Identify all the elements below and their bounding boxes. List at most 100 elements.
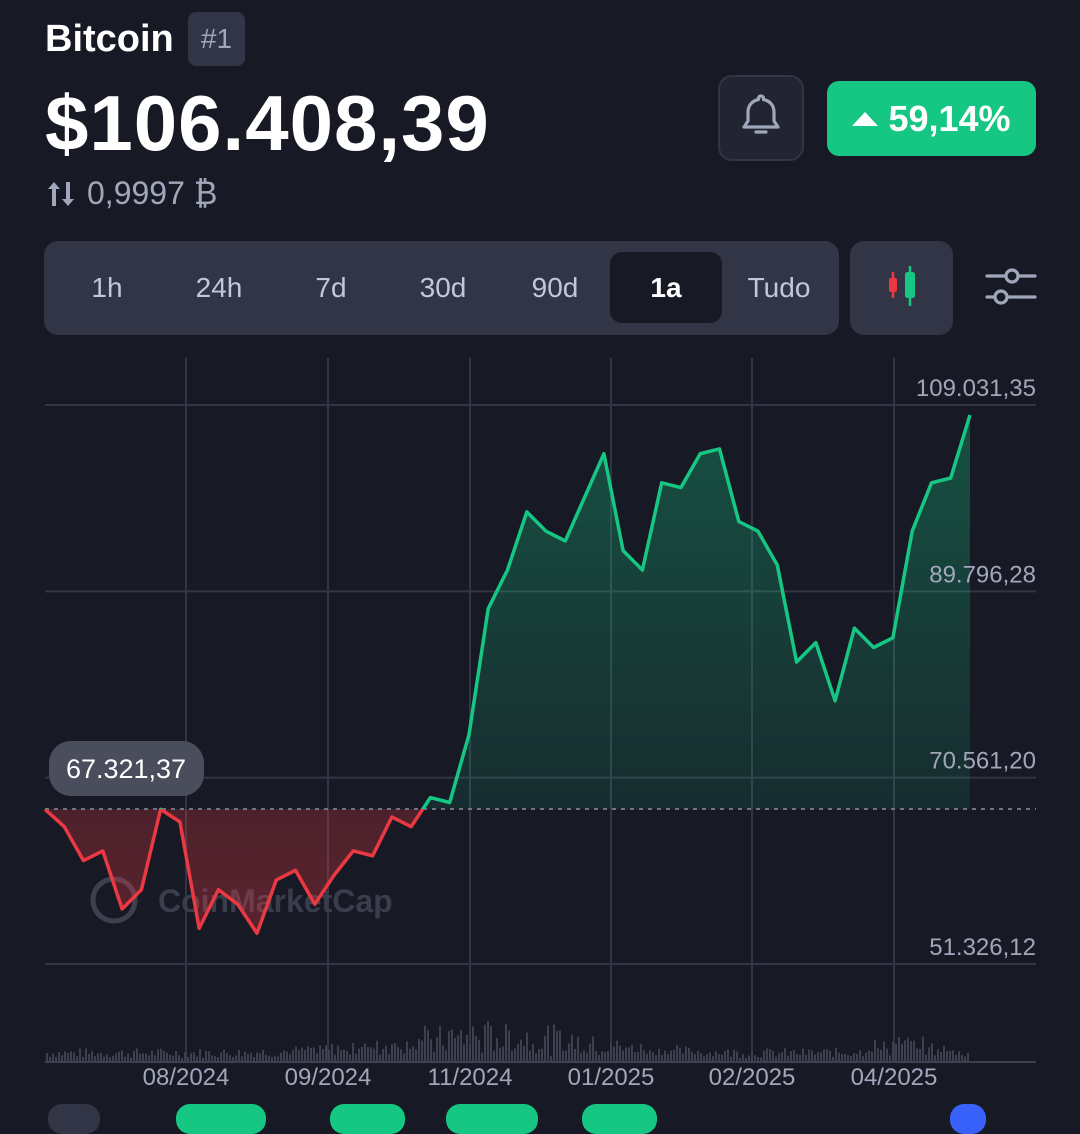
volume-bar xyxy=(253,1057,255,1061)
bottom-action-hint[interactable] xyxy=(950,1104,986,1134)
volume-bar xyxy=(406,1041,408,1061)
bottom-action-hint[interactable] xyxy=(582,1104,657,1134)
volume-bar xyxy=(439,1025,441,1061)
volume-bar xyxy=(667,1053,669,1061)
volume-bar xyxy=(625,1047,627,1061)
volume-bar xyxy=(880,1049,882,1061)
volume-bar xyxy=(154,1055,156,1061)
volume-bar xyxy=(757,1056,759,1061)
volume-bar xyxy=(805,1054,807,1061)
volume-bar xyxy=(724,1051,726,1061)
volume-bar xyxy=(649,1049,651,1061)
volume-bar xyxy=(688,1048,690,1061)
volume-bar xyxy=(646,1053,648,1061)
volume-bar xyxy=(130,1057,132,1061)
tab-1h[interactable]: 1h xyxy=(52,252,162,323)
volume-bar xyxy=(463,1044,465,1061)
volume-bar xyxy=(115,1053,117,1061)
volume-bar xyxy=(715,1051,717,1061)
bottom-action-hint[interactable] xyxy=(330,1104,405,1134)
volume-bar xyxy=(796,1054,798,1061)
tab-30d[interactable]: 30d xyxy=(388,252,498,323)
volume-bar xyxy=(427,1030,429,1061)
x-tick-label: 04/2025 xyxy=(851,1064,938,1091)
tab-24h[interactable]: 24h xyxy=(164,252,274,323)
volume-bar xyxy=(475,1036,477,1061)
volume-bar xyxy=(910,1040,912,1061)
volume-bar xyxy=(610,1043,612,1061)
volume-bar xyxy=(529,1050,531,1061)
volume-bar xyxy=(943,1045,945,1061)
bottom-action-hint[interactable] xyxy=(176,1104,266,1134)
volume-bar xyxy=(613,1046,615,1061)
volume-bar xyxy=(184,1052,186,1061)
price-alert-button[interactable] xyxy=(718,75,804,161)
volume-bar xyxy=(700,1053,702,1061)
tab-7d[interactable]: 7d xyxy=(276,252,386,323)
volume-bar xyxy=(820,1052,822,1061)
tab-90d[interactable]: 90d xyxy=(500,252,610,323)
volume-bar xyxy=(643,1050,645,1061)
volume-bar xyxy=(883,1041,885,1061)
volume-bar xyxy=(388,1054,390,1061)
bottom-action-hint[interactable] xyxy=(446,1104,538,1134)
volume-bar xyxy=(94,1056,96,1061)
volume-bar xyxy=(550,1056,552,1061)
volume-bar xyxy=(961,1054,963,1061)
volume-bar xyxy=(601,1051,603,1061)
volume-bar xyxy=(205,1050,207,1061)
volume-bar xyxy=(868,1050,870,1061)
volume-bar xyxy=(448,1030,450,1061)
price-change-badge: 59,14% xyxy=(827,81,1036,156)
volume-bar xyxy=(487,1020,489,1061)
volume-bar xyxy=(793,1049,795,1061)
price-area-up xyxy=(422,415,970,810)
volume-bar xyxy=(64,1051,66,1061)
volume-bar xyxy=(211,1055,213,1061)
volume-bar xyxy=(316,1053,318,1061)
volume-bar xyxy=(490,1025,492,1061)
volume-bar xyxy=(727,1049,729,1061)
volume-bar xyxy=(331,1044,333,1061)
volume-bar xyxy=(697,1050,699,1061)
volume-bar xyxy=(118,1051,120,1061)
volume-bar xyxy=(922,1036,924,1061)
volume-bar xyxy=(709,1052,711,1061)
bottom-nav-hint[interactable] xyxy=(48,1104,100,1134)
volume-bar xyxy=(571,1034,573,1061)
volume-bar xyxy=(703,1056,705,1061)
volume-bar xyxy=(187,1056,189,1061)
volume-bar xyxy=(841,1053,843,1061)
volume-bar xyxy=(871,1051,873,1061)
volume-bar xyxy=(955,1054,957,1061)
candlestick-toggle-button[interactable] xyxy=(850,241,953,335)
volume-bar xyxy=(925,1054,927,1061)
x-tick-label: 01/2025 xyxy=(568,1064,655,1091)
volume-bar xyxy=(244,1051,246,1061)
volume-bar xyxy=(409,1048,411,1061)
volume-bar xyxy=(679,1047,681,1061)
price-chart[interactable]: CoinMarketCap 109.031,3589.796,2870.561,… xyxy=(0,340,1080,1117)
price-area xyxy=(45,415,970,934)
volume-bar xyxy=(931,1043,933,1061)
x-tick-label: 11/2024 xyxy=(428,1064,513,1091)
volume-bar xyxy=(442,1045,444,1061)
volume-bar xyxy=(778,1052,780,1061)
volume-bar xyxy=(817,1052,819,1061)
rank-badge: #1 xyxy=(188,12,245,66)
volume-bar xyxy=(505,1023,507,1061)
volume-bar xyxy=(190,1053,192,1061)
swap-arrows-icon[interactable] xyxy=(45,178,77,210)
volume-bar xyxy=(853,1053,855,1061)
volume-bar xyxy=(553,1024,555,1061)
coin-name: Bitcoin xyxy=(45,18,174,60)
volume-bar xyxy=(103,1056,105,1061)
chart-settings-button[interactable] xyxy=(985,265,1037,313)
volume-bar xyxy=(472,1026,474,1061)
volume-bar xyxy=(292,1049,294,1061)
volume-bar xyxy=(934,1055,936,1061)
tab-tudo[interactable]: Tudo xyxy=(724,252,834,323)
volume-bar xyxy=(919,1048,921,1061)
volume-bar xyxy=(145,1053,147,1061)
tab-1a[interactable]: 1a xyxy=(610,252,722,323)
